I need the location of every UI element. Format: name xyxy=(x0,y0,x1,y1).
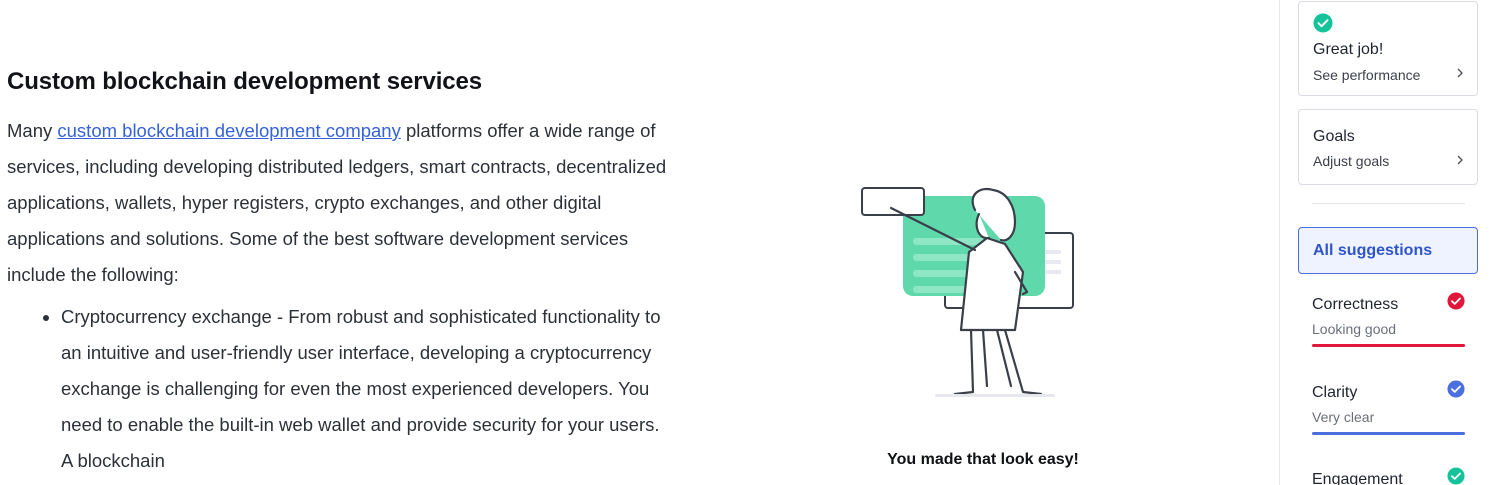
panel-divider xyxy=(1312,203,1465,204)
document-paragraph: Many custom blockchain development compa… xyxy=(7,120,667,285)
blockchain-company-link[interactable]: custom blockchain development company xyxy=(57,120,400,141)
adjust-goals-link[interactable]: Adjust goals xyxy=(1313,153,1389,169)
see-performance-link[interactable]: See performance xyxy=(1313,67,1420,83)
performance-title: Great job! xyxy=(1313,41,1384,58)
performance-card[interactable]: Great job! See performance xyxy=(1298,1,1478,96)
metric-engagement[interactable]: Engagement xyxy=(1312,471,1465,485)
goals-title: Goals xyxy=(1313,128,1355,145)
all-suggestions-label: All suggestions xyxy=(1313,242,1433,259)
check-circle-icon xyxy=(1447,380,1465,398)
metric-title: Correctness xyxy=(1312,296,1399,313)
metric-subtitle: Looking good xyxy=(1312,321,1397,337)
clarity-bar xyxy=(1312,432,1465,435)
check-circle-icon xyxy=(1313,13,1333,33)
illustration-caption: You made that look easy! xyxy=(887,451,1079,468)
services-list: Cryptocurrency exchange - From robust an… xyxy=(7,299,667,479)
metric-correctness[interactable]: Correctness Looking good xyxy=(1312,292,1465,358)
goals-card[interactable]: Goals Adjust goals xyxy=(1298,109,1478,185)
metric-title: Engagement xyxy=(1312,471,1403,485)
metric-subtitle: Very clear xyxy=(1312,409,1375,425)
document-heading: Custom blockchain development services xyxy=(7,68,483,95)
document-editor[interactable]: Custom blockchain development services M… xyxy=(7,64,667,479)
correctness-bar xyxy=(1312,344,1465,347)
metric-clarity[interactable]: Clarity Very clear xyxy=(1312,380,1465,446)
all-suggestions-button[interactable]: All suggestions xyxy=(1298,227,1478,274)
check-circle-icon xyxy=(1447,467,1465,485)
check-circle-icon xyxy=(1447,292,1465,310)
success-illustration xyxy=(861,187,1074,397)
list-item: Cryptocurrency exchange - From robust an… xyxy=(61,299,667,479)
assistant-panel: Great job! See performance Goals Adjust … xyxy=(1279,0,1498,485)
chevron-right-icon xyxy=(1457,68,1463,78)
chevron-right-icon xyxy=(1457,155,1463,165)
metric-title: Clarity xyxy=(1312,384,1358,401)
